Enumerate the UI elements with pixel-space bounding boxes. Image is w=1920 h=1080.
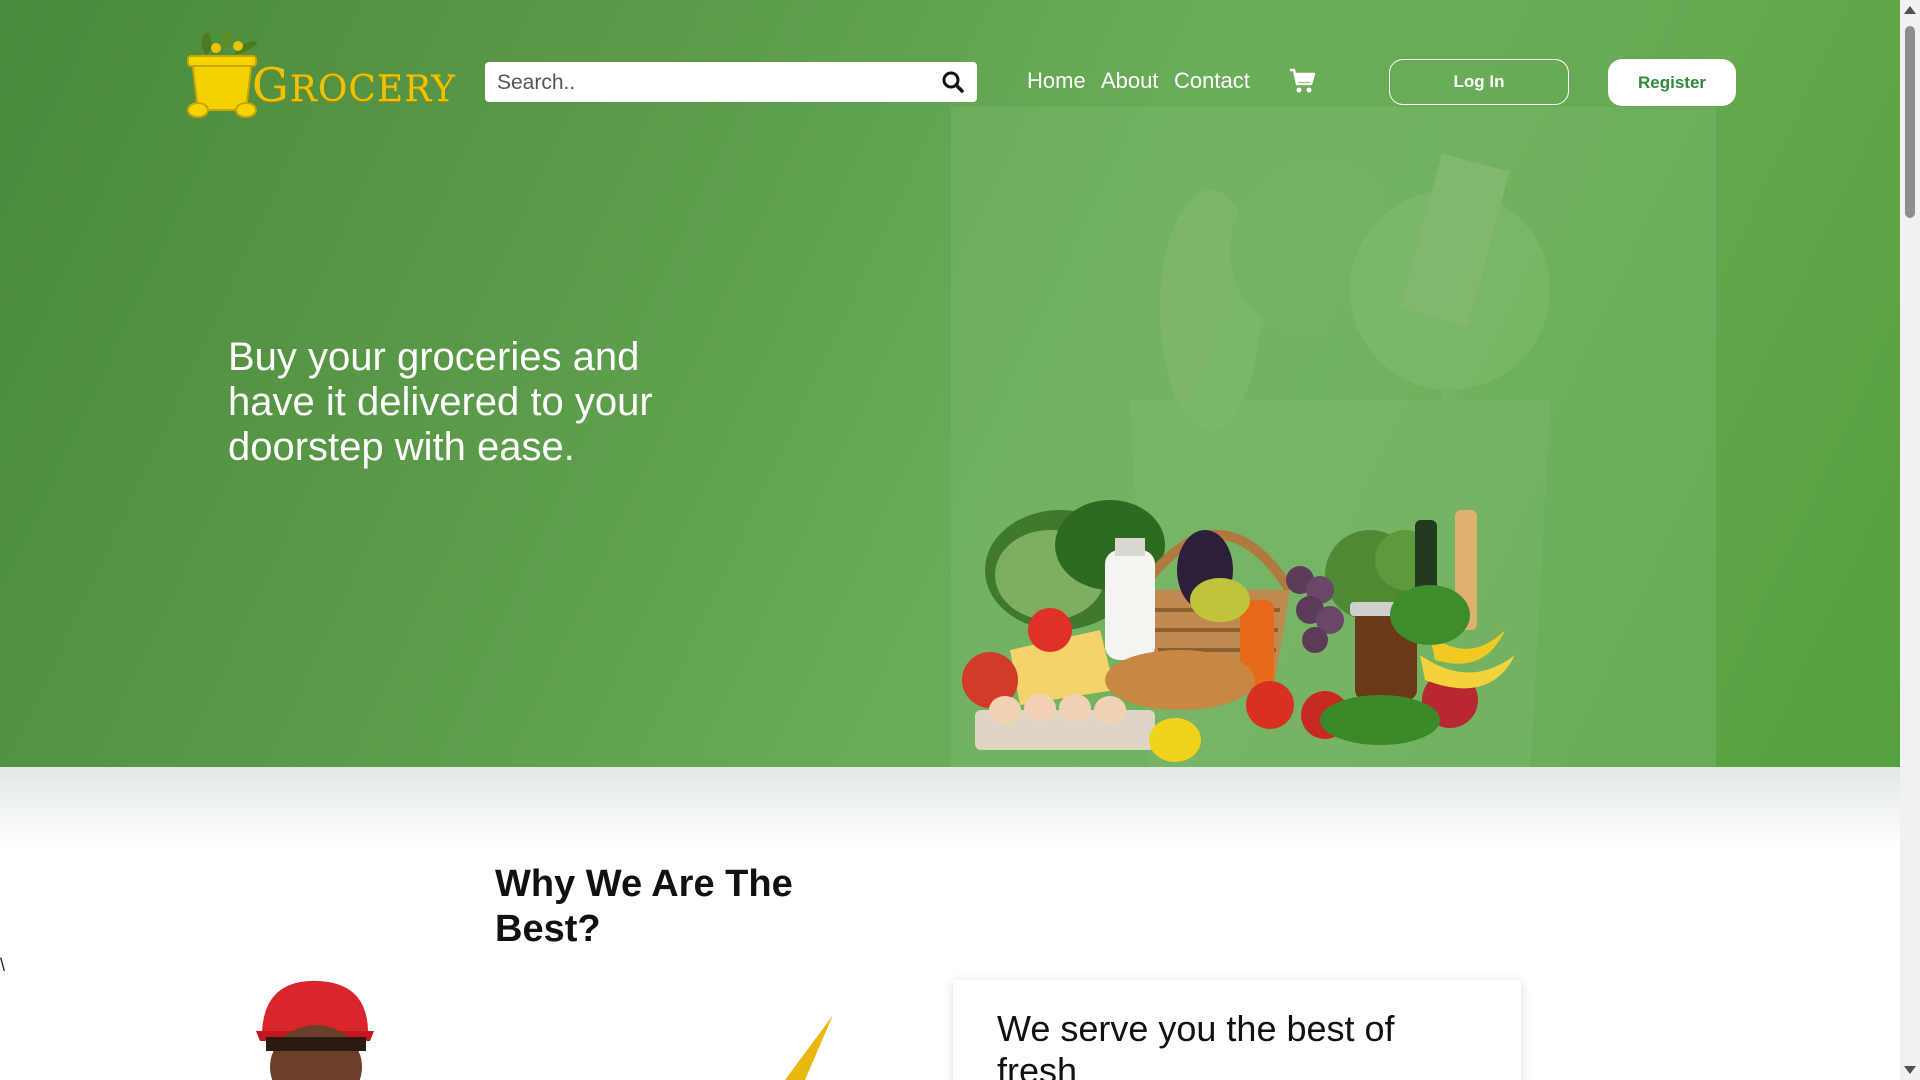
why-section-title: Why We Are The Best? [495,863,793,950]
delivery-person-image [256,980,374,1080]
nav-link-contact[interactable]: Contact [1174,68,1250,94]
stray-text: \ [0,955,6,975]
page-scrollbar[interactable] [1900,0,1920,1080]
search-bar [485,62,977,104]
search-input[interactable] [495,62,929,104]
decorative-streak [785,1015,833,1080]
cart-icon[interactable] [1288,67,1316,95]
brand-name[interactable]: GROCERY [252,58,456,112]
nav-link-about[interactable]: About [1101,68,1159,94]
hero-section: GROCERY Home About Contact Log In Regist… [0,0,1900,767]
login-button[interactable]: Log In [1389,59,1569,105]
scroll-thumb[interactable] [1905,26,1915,218]
scroll-down-arrow-icon[interactable] [1904,1066,1916,1074]
feature-card: We serve you the best of fresh [953,980,1521,1080]
hero-headline: Buy your groceries and have it delivered… [228,335,653,469]
feature-card-text: We serve you the best of fresh [997,1008,1395,1080]
nav-link-home[interactable]: Home [1027,68,1086,94]
search-icon[interactable] [941,70,965,94]
register-button[interactable]: Register [1608,59,1736,106]
scroll-up-arrow-icon[interactable] [1904,6,1916,14]
groceries-basket-image [962,500,1515,762]
hero-bottom-shadow [0,767,1900,847]
